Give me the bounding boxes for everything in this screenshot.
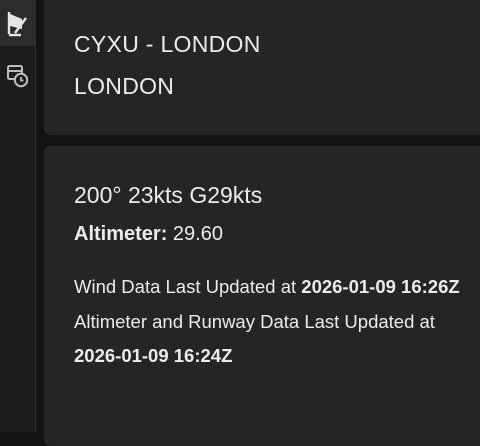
clock-history-icon	[7, 63, 29, 89]
wind-updated-label: Wind Data Last Updated at	[74, 276, 297, 297]
conditions-card: 200° 23kts G29kts Altimeter: 29.60 Wind …	[44, 146, 480, 446]
nav-item-history[interactable]	[0, 60, 36, 92]
station-city: LONDON	[74, 73, 175, 99]
wind-updated-time: 2026-01-09 16:26Z	[301, 276, 460, 297]
altimeter-label: Altimeter:	[74, 223, 168, 245]
wind-sock-icon	[7, 8, 29, 38]
station-card: CYXU - LONDON LONDON	[44, 0, 480, 135]
nav-item-wind[interactable]	[0, 0, 36, 46]
altimeter-readout: Altimeter: 29.60	[74, 223, 223, 246]
wind-readout: 200° 23kts G29kts	[74, 182, 263, 208]
alt-runway-updated-label: Altimeter and Runway Data Last Updated a…	[74, 310, 435, 332]
alt-runway-updated-time: 2026-01-09 16:24Z	[74, 345, 233, 366]
altimeter-value: 29.60	[172, 223, 223, 245]
station-code: CYXU - LONDON	[74, 31, 261, 57]
update-info: Wind Data Last Updated at 2026-01-09 16:…	[74, 270, 464, 374]
sidebar-nav	[0, 0, 36, 432]
